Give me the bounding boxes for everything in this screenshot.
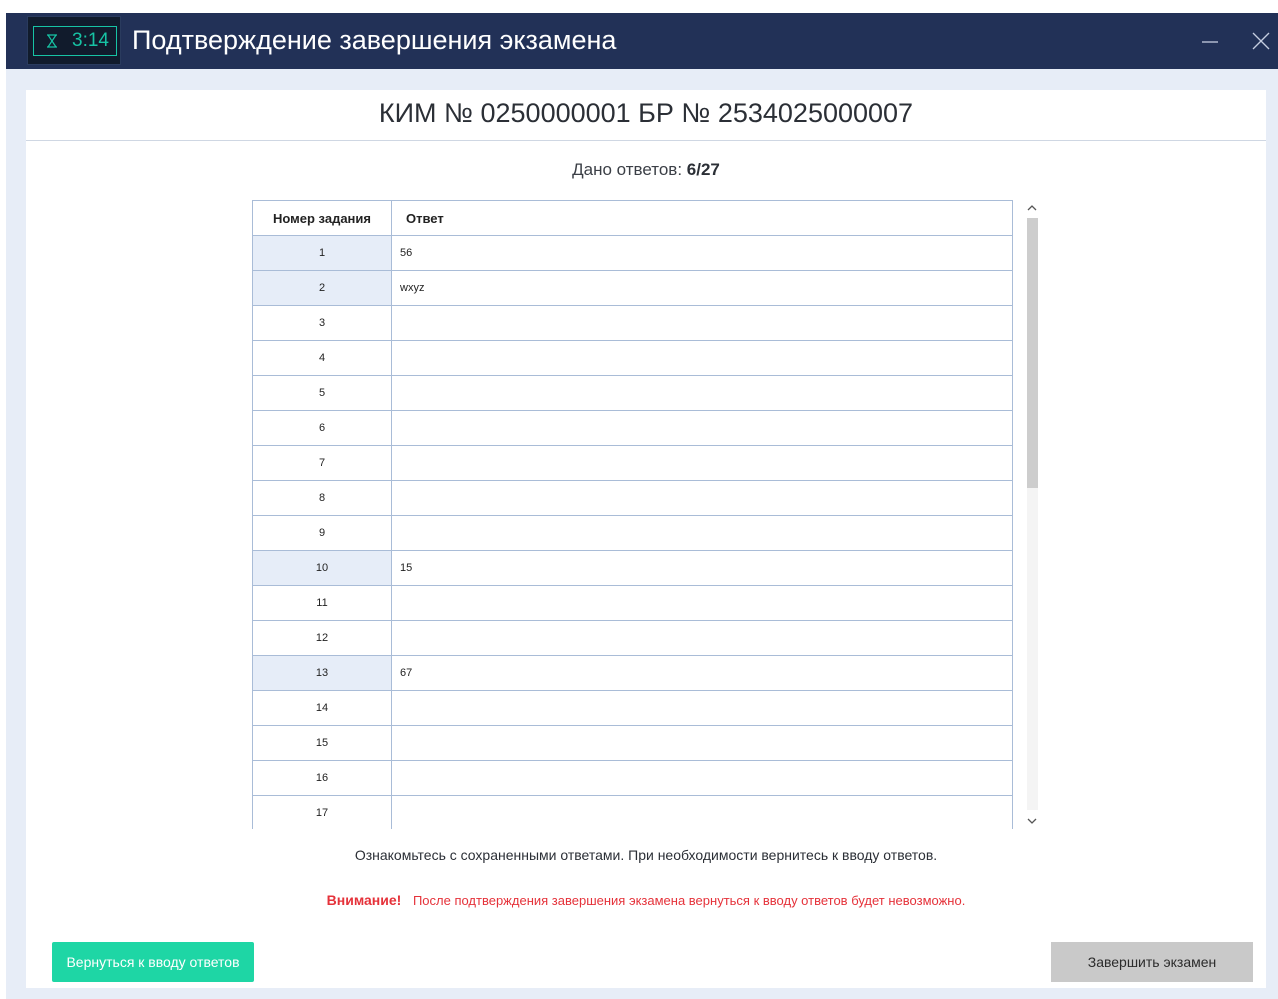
scroll-down-icon[interactable] [1024,813,1040,829]
task-number-cell: 11 [253,586,392,620]
answer-cell [392,796,1012,829]
hourglass-icon [47,34,57,48]
task-number-cell: 4 [253,341,392,375]
table-row: 16 [253,761,1012,796]
scroll-up-icon[interactable] [1024,200,1040,216]
table-row: 1 56 [253,236,1012,271]
answered-value: 6/27 [686,160,720,179]
divider [26,140,1266,141]
table-header: Номер задания Ответ [253,201,1012,236]
timer: 3:14 [27,16,121,65]
table-row: 17 [253,796,1012,829]
exam-window: 3:14 Подтверждение завершения экзамена К… [6,13,1278,999]
table-scrollbar[interactable] [1024,200,1040,829]
answer-cell [392,691,1012,725]
finish-exam-button[interactable]: Завершить экзамен [1051,942,1253,982]
back-to-answers-button[interactable]: Вернуться к вводу ответов [52,942,254,982]
answer-cell [392,306,1012,340]
answer-cell [392,761,1012,795]
task-number-cell: 15 [253,726,392,760]
table-row: 12 [253,621,1012,656]
table-row: 10 15 [253,551,1012,586]
table-row: 4 [253,341,1012,376]
table-row: 8 [253,481,1012,516]
task-number-cell: 3 [253,306,392,340]
table-row: 2 wxyz [253,271,1012,306]
task-number-cell: 6 [253,411,392,445]
table-row: 9 [253,516,1012,551]
answer-cell: wxyz [400,282,425,294]
task-number-cell: 2 [253,271,392,305]
table-row: 11 [253,586,1012,621]
task-number-cell: 14 [253,691,392,725]
table-row: 13 67 [253,656,1012,691]
kim-heading: КИМ № 0250000001 БР № 2534025000007 [378,98,914,128]
answer-cell [392,411,1012,445]
task-number-cell: 16 [253,761,392,795]
table-row: 6 [253,411,1012,446]
minimize-button[interactable] [1196,27,1224,55]
answer-cell [392,446,1012,480]
task-number-cell: 13 [253,656,392,690]
task-number-cell: 1 [253,236,392,270]
answer-cell [392,586,1012,620]
close-icon [1252,32,1270,50]
answer-cell: 15 [400,562,413,574]
content-panel: КИМ № 0250000001 БР № 2534025000007 Дано… [26,90,1266,988]
scroll-thumb[interactable] [1027,218,1038,488]
answers-table: Номер задания Ответ 1 56 2 wxyz 3 4 5 6 7 8 9 10 15 1… [252,200,1013,829]
table-row: 5 [253,376,1012,411]
warning-text: После подтверждения завершения экзамена … [412,893,966,908]
info-message: Ознакомьтесь с сохраненными ответами. Пр… [354,847,938,863]
warning-message: Внимание! После подтверждения завершения… [26,892,1266,908]
table-row: 15 [253,726,1012,761]
column-header-number: Номер задания [253,201,392,235]
minimize-icon [1202,41,1218,43]
task-number-cell: 5 [253,376,392,410]
answer-cell [392,481,1012,515]
table-row: 14 [253,691,1012,726]
timer-value: 3:14 [72,30,109,51]
answered-label: Дано ответов: [572,160,683,179]
close-button[interactable] [1247,27,1275,55]
timer-display: 3:14 [33,26,117,56]
column-header-answer: Ответ [406,210,444,226]
task-number-cell: 8 [253,481,392,515]
title-bar: 3:14 Подтверждение завершения экзамена [6,13,1278,69]
answered-count: Дано ответов: 6/27 [26,160,1266,180]
answer-cell: 67 [400,667,413,679]
answer-cell [392,341,1012,375]
warning-title: Внимание! [326,892,402,908]
task-number-cell: 17 [253,796,392,829]
answer-cell [392,726,1012,760]
answer-cell [392,516,1012,550]
task-number-cell: 7 [253,446,392,480]
task-number-cell: 9 [253,516,392,550]
window-title: Подтверждение завершения экзамена [132,25,617,55]
table-row: 7 [253,446,1012,481]
task-number-cell: 12 [253,621,392,655]
answer-cell [392,376,1012,410]
answer-cell [392,621,1012,655]
table-body: 1 56 2 wxyz 3 4 5 6 7 8 9 10 15 11 12 13 67 14 15 16 17 [253,236,1012,829]
table-row: 3 [253,306,1012,341]
answer-cell: 56 [400,247,413,259]
task-number-cell: 10 [253,551,392,585]
